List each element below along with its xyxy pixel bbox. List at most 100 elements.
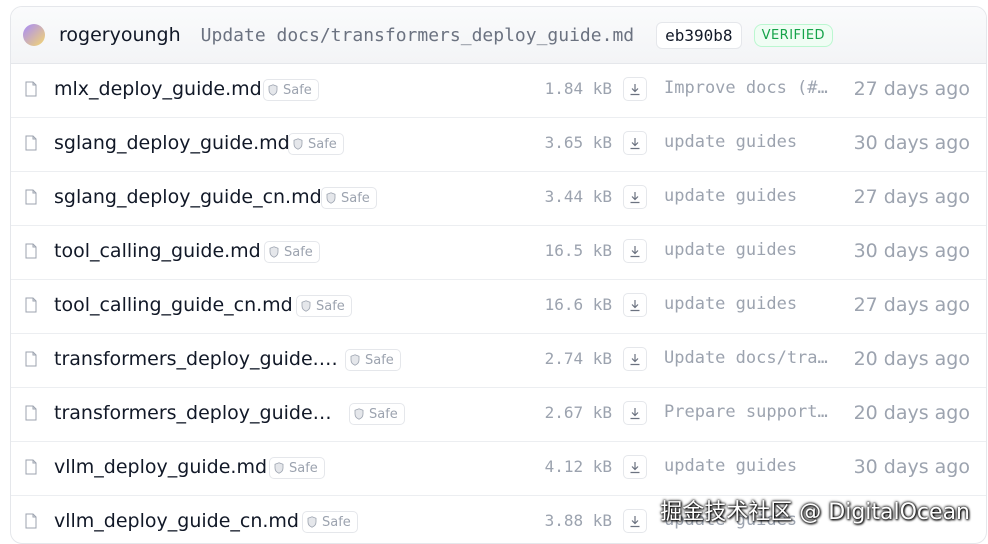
download-button[interactable] [623,455,647,479]
safe-label: Safe [341,190,370,206]
shield-icon [274,462,284,474]
shield-icon [301,300,311,312]
file-name[interactable]: sglang_deploy_guide_cn.md [54,186,322,208]
commit-message[interactable]: Update docs/transformers_deploy_guide.md [201,25,634,46]
file-size: 3.88 kB [544,511,612,530]
file-icon [25,189,37,205]
file-row[interactable]: sglang_deploy_guide_cn.md Safe 3.44 kB u… [11,172,986,226]
file-row[interactable]: tool_calling_guide.md Safe 16.5 kB updat… [11,226,986,280]
safe-badge: Safe [264,241,320,263]
commit-hash[interactable]: eb390b8 [656,21,742,49]
file-size: 3.44 kB [544,187,612,206]
watermark: 掘金技术社区 @ DigitalOcean [660,500,970,525]
last-modified-date: 30 days ago [853,132,970,154]
file-icon [25,297,37,313]
download-icon [630,245,640,257]
shield-icon [326,192,336,204]
download-button[interactable] [623,401,647,425]
last-commit-message[interactable]: update guides [664,132,847,152]
last-commit-message[interactable]: Improve docs (#… [664,78,847,98]
file-icon [25,459,37,475]
file-row[interactable]: sglang_deploy_guide.md Safe 3.65 kB upda… [11,118,986,172]
file-size: 16.6 kB [544,295,612,314]
last-modified-date: 30 days ago [853,240,970,262]
file-name[interactable]: vllm_deploy_guide_cn.md [54,510,299,532]
last-modified-date: 30 days ago [853,456,970,478]
file-list-panel: rogeryoungh Update docs/transformers_dep… [10,6,987,544]
download-button[interactable] [623,77,647,101]
shield-icon [350,354,360,366]
last-modified-date: 27 days ago [853,294,970,316]
safe-badge: Safe [302,511,358,533]
file-name[interactable]: transformers_deploy_guide_… [54,402,338,424]
file-size: 1.84 kB [544,79,612,98]
file-name[interactable]: sglang_deploy_guide.md [54,132,290,154]
commit-author[interactable]: rogeryoungh [59,24,181,46]
safe-badge: Safe [269,457,325,479]
file-icon [25,81,37,97]
safe-badge: Safe [345,349,401,371]
safe-badge: Safe [349,403,405,425]
file-icon [25,405,37,421]
shield-icon [269,246,279,258]
safe-badge: Safe [288,133,344,155]
file-name[interactable]: mlx_deploy_guide.md [54,78,262,100]
last-modified-date: 27 days ago [853,186,970,208]
download-button[interactable] [623,239,647,263]
download-icon [630,407,640,419]
safe-label: Safe [283,82,312,98]
file-icon [25,513,37,529]
file-row[interactable]: vllm_deploy_guide.md Safe 4.12 kB update… [11,442,986,496]
last-commit-message[interactable]: update guides [664,456,847,476]
last-modified-date: 20 days ago [853,402,970,424]
last-commit-message[interactable]: Update docs/tra… [664,348,847,368]
safe-label: Safe [365,352,394,368]
last-commit-message[interactable]: update guides [664,240,847,260]
download-button[interactable] [623,347,647,371]
download-icon [630,137,640,149]
safe-label: Safe [308,136,337,152]
shield-icon [268,84,278,96]
file-name[interactable]: tool_calling_guide_cn.md [54,294,293,316]
file-name[interactable]: vllm_deploy_guide.md [54,456,267,478]
shield-icon [354,408,364,420]
commit-header: rogeryoungh Update docs/transformers_dep… [11,7,986,64]
file-icon [25,135,37,151]
download-button[interactable] [623,293,647,317]
last-commit-message[interactable]: update guides [664,186,847,206]
download-button[interactable] [623,509,647,533]
last-modified-date: 20 days ago [853,348,970,370]
safe-badge: Safe [321,187,377,209]
file-icon [25,351,37,367]
file-row[interactable]: transformers_deploy_guide_… Safe 2.67 kB… [11,388,986,442]
download-icon [630,353,640,365]
safe-label: Safe [316,298,345,314]
download-icon [630,191,640,203]
file-rows: mlx_deploy_guide.md Safe 1.84 kB Improve… [11,64,986,543]
file-size: 16.5 kB [544,241,612,260]
safe-badge: Safe [296,295,352,317]
verified-badge: VERIFIED [753,23,834,47]
download-button[interactable] [623,185,647,209]
safe-label: Safe [284,244,313,260]
file-row[interactable]: transformers_deploy_guide.md Safe 2.74 k… [11,334,986,388]
download-icon [630,515,640,527]
avatar[interactable] [23,24,45,46]
file-name[interactable]: transformers_deploy_guide.md [54,348,338,370]
file-size: 2.74 kB [544,349,612,368]
shield-icon [293,138,303,150]
file-row[interactable]: tool_calling_guide_cn.md Safe 16.6 kB up… [11,280,986,334]
last-commit-message[interactable]: Prepare support… [664,402,847,422]
file-icon [25,243,37,259]
file-name[interactable]: tool_calling_guide.md [54,240,261,262]
file-size: 2.67 kB [544,403,612,422]
shield-icon [307,516,317,528]
file-row[interactable]: mlx_deploy_guide.md Safe 1.84 kB Improve… [11,64,986,118]
safe-label: Safe [369,406,398,422]
last-commit-message[interactable]: update guides [664,294,847,314]
download-button[interactable] [623,131,647,155]
safe-badge: Safe [263,79,319,101]
download-icon [630,461,640,473]
safe-label: Safe [289,460,318,476]
download-icon [630,299,640,311]
